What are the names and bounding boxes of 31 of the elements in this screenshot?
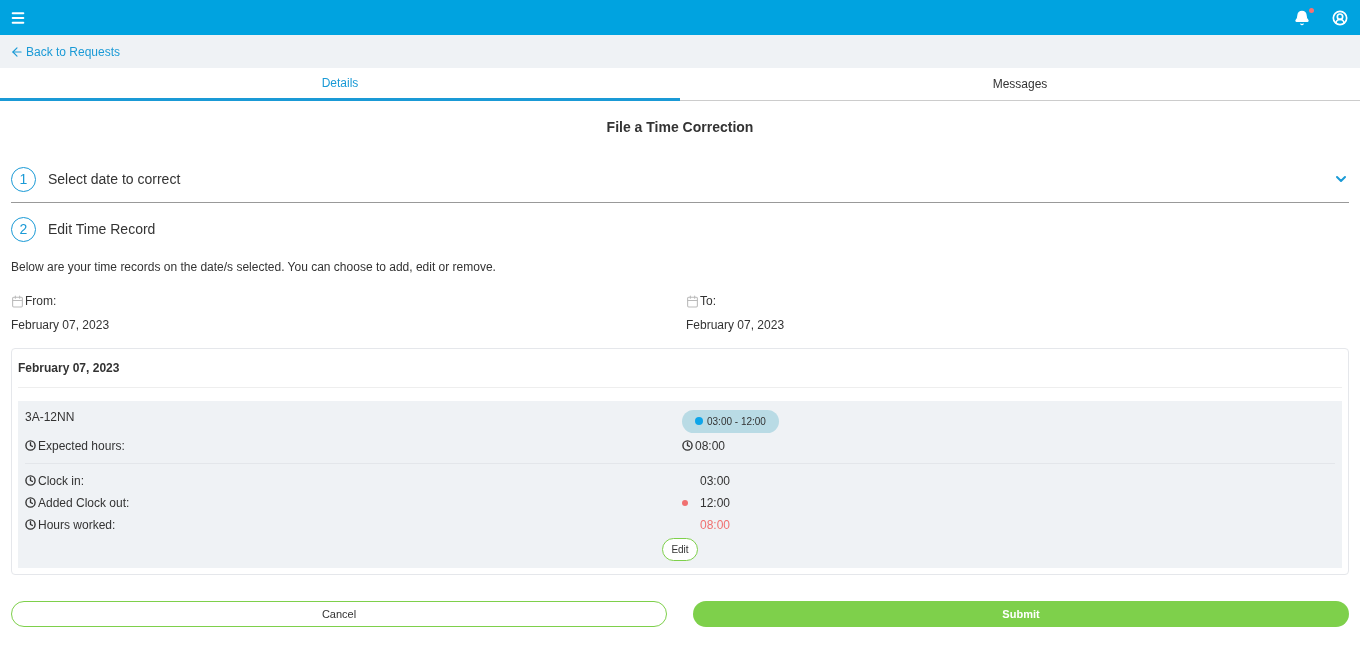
field-value: 08:00 [700,516,731,534]
field-value: 03:00 [700,472,731,490]
edit-button[interactable]: Edit [662,537,698,561]
clock-icon [25,497,36,508]
schedule-badge: 03:00 - 12:00 [682,409,779,433]
description: Below are your time records on the date/s selected. You can choose to add, edit or remove. [11,259,497,276]
shift-name: 3A-12NN [25,409,76,426]
step-title: Edit Time Record [48,220,156,239]
account-icon[interactable] [1332,9,1348,26]
menu-icon[interactable] [10,9,26,26]
record-date: February 07, 2023 [18,349,1342,388]
field-label: Clock in: [38,472,84,490]
date-label: To: [700,293,716,310]
field-label: Hours worked: [38,516,116,534]
clock-icon [682,440,693,451]
tab[interactable]: Messages [680,68,1360,101]
field-value: 08:00 [695,437,726,455]
arrow-left-icon [10,44,24,59]
field-label: Added Clock out: [38,494,130,512]
clock-icon [25,440,36,451]
date-value: February 07, 2023 [11,317,111,334]
clock-icon [25,475,36,486]
field-label: Expected hours: [38,437,125,455]
step-title: Select date to correct [48,169,181,189]
page-title: File a Time Correction [605,118,755,137]
date-value: February 07, 2023 [686,317,786,334]
calendar-icon [11,294,24,308]
field-value: 12:00 [700,494,731,512]
calendar-icon [686,294,699,308]
clock-icon [25,519,36,530]
date-label: From: [25,293,57,310]
